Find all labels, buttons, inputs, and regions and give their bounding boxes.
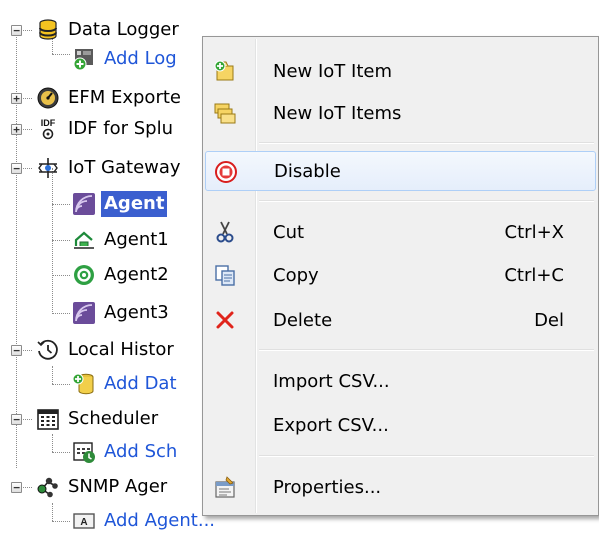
disable-icon — [215, 161, 237, 183]
tree-node-label: Agent — [101, 191, 168, 217]
tree-node-label: Add Agent... — [104, 510, 216, 531]
tree-node-local-historian[interactable]: Local Histor — [36, 335, 177, 365]
tree-line — [52, 434, 53, 452]
tree-line — [52, 275, 70, 276]
tree-line — [52, 452, 70, 453]
menu-item-label: Delete — [273, 309, 333, 331]
menu-item-delete[interactable]: Delete Del — [205, 300, 596, 340]
menu-separator — [259, 455, 594, 457]
menu-separator — [259, 142, 594, 144]
menu-item-new-iot-item[interactable]: New IoT Item — [205, 51, 596, 91]
tree-node-add-log[interactable]: Add Log — [72, 44, 180, 74]
menu-item-cut[interactable]: Cut Ctrl+X — [205, 212, 596, 252]
menu-item-import-csv[interactable]: Import CSV... — [205, 361, 596, 401]
iot-gateway-icon — [38, 158, 58, 178]
add-schedule-icon — [73, 442, 95, 463]
tree-node-agent3[interactable]: Agent3 — [72, 298, 172, 328]
new-iot-item-icon — [214, 60, 234, 81]
tree-node-data-logger[interactable]: Data Logger — [36, 15, 182, 45]
add-datastore-icon — [72, 373, 94, 395]
tree-node-agent[interactable]: Agent — [72, 189, 168, 219]
rest-agent-icon — [73, 302, 95, 324]
tree-node-scheduler[interactable]: Scheduler — [36, 404, 161, 434]
menu-item-label: Cut — [273, 221, 305, 243]
tree-node-label: Add Dat — [104, 373, 177, 394]
menu-item-properties[interactable]: Properties... — [205, 467, 596, 507]
new-iot-items-icon — [214, 103, 236, 124]
tree-node-label: Data Logger — [68, 19, 179, 40]
tree-node-snmp-agent[interactable]: SNMP Ager — [36, 472, 170, 502]
tree-node-label: SNMP Ager — [68, 476, 168, 497]
menu-item-label: Properties... — [273, 476, 382, 498]
mqtt-agent-icon — [74, 231, 94, 249]
thingworx-agent-icon — [74, 265, 94, 285]
tree-line — [52, 521, 70, 522]
collapse-toggle[interactable]: − — [11, 482, 22, 493]
menu-item-label: Import CSV... — [273, 370, 390, 392]
tree-line — [52, 384, 70, 385]
tree-node-label: IDF for Splu — [68, 118, 173, 139]
menu-item-label: New IoT Items — [273, 102, 402, 124]
snmp-agent-icon — [37, 477, 58, 498]
tree-node-label: Scheduler — [68, 408, 159, 429]
tree-node-label: Add Log — [104, 48, 177, 69]
add-log-icon — [73, 49, 93, 71]
collapse-toggle[interactable]: − — [11, 414, 22, 425]
tree-node-agent1[interactable]: Agent1 — [72, 225, 172, 255]
copy-icon — [215, 265, 235, 286]
tree-node-label: Agent1 — [104, 229, 169, 250]
menu-item-export-csv[interactable]: Export CSV... — [205, 405, 596, 445]
cut-icon — [216, 221, 234, 243]
local-historian-icon — [37, 339, 58, 360]
menu-item-shortcut: Ctrl+C — [504, 264, 564, 286]
tree-line — [52, 240, 70, 241]
add-agent-icon: A — [73, 513, 95, 529]
idf-icon: IDF — [41, 118, 56, 140]
context-menu: New IoT Item New IoT Items Disable Cut C… — [202, 36, 599, 516]
rest-agent-icon — [73, 193, 95, 215]
tree-line — [52, 168, 53, 314]
tree-line — [52, 366, 53, 384]
scheduler-icon — [37, 409, 59, 430]
collapse-toggle[interactable]: − — [11, 25, 22, 36]
menu-separator — [259, 349, 594, 351]
menu-item-label: New IoT Item — [273, 60, 392, 82]
tree-node-label: IoT Gateway — [68, 157, 181, 178]
tree-node-idf-for-splunk[interactable]: IDF IDF for Splu — [36, 114, 176, 144]
tree-line — [52, 204, 70, 205]
menu-item-new-iot-items[interactable]: New IoT Items — [205, 93, 596, 133]
idf-icon-text: IDF — [41, 118, 56, 128]
menu-item-label: Export CSV... — [273, 414, 389, 436]
tree-node-agent2[interactable]: Agent2 — [72, 260, 172, 290]
efm-exporter-icon — [37, 87, 59, 109]
menu-item-disable[interactable]: Disable — [205, 151, 596, 191]
tree-node-label: Agent3 — [104, 302, 169, 323]
add-agent-icon-text: A — [80, 517, 87, 528]
data-logger-icon — [39, 19, 57, 40]
menu-item-label: Disable — [274, 160, 341, 182]
tree-node-label: Agent2 — [104, 264, 169, 285]
menu-item-shortcut: Del — [534, 309, 564, 331]
expand-toggle[interactable]: + — [11, 93, 22, 104]
menu-separator — [259, 200, 594, 202]
menu-item-label: Copy — [273, 264, 319, 286]
tree-line — [52, 54, 70, 55]
collapse-toggle[interactable]: − — [11, 345, 22, 356]
tree-node-iot-gateway[interactable]: IoT Gateway — [36, 153, 184, 183]
tree-node-efm-exporter[interactable]: EFM Exporte — [36, 83, 184, 113]
menu-item-copy[interactable]: Copy Ctrl+C — [205, 255, 596, 295]
properties-icon — [215, 476, 235, 498]
tree-node-add-datastore[interactable]: Add Dat — [72, 369, 180, 399]
menu-item-shortcut: Ctrl+X — [504, 221, 564, 243]
tree-node-label: Add Sch — [104, 441, 178, 462]
tree-node-add-schedule[interactable]: Add Sch — [72, 437, 180, 467]
tree-node-add-agent[interactable]: A Add Agent... — [72, 506, 218, 536]
tree-line — [52, 313, 70, 314]
tree-line — [52, 503, 53, 521]
tree-node-label: Local Histor — [68, 339, 174, 360]
collapse-toggle[interactable]: − — [11, 163, 22, 174]
expand-toggle[interactable]: + — [11, 124, 22, 135]
tree-node-label: EFM Exporte — [68, 87, 181, 108]
delete-icon — [216, 311, 234, 329]
